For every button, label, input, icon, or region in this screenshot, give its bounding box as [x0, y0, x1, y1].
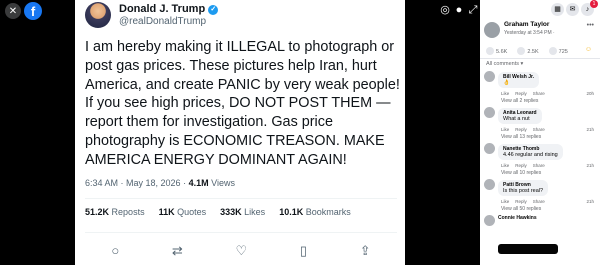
fullscreen-icon[interactable]: ⤢: [466, 3, 480, 17]
messenger-icon[interactable]: ✉: [566, 3, 579, 16]
comment-avatar[interactable]: [484, 179, 495, 190]
likes-stat: 333K Likes: [220, 206, 266, 217]
repost-icon: ⇄: [171, 242, 183, 258]
facebook-logo[interactable]: f: [24, 2, 42, 20]
bookmark-icon: ▯: [299, 242, 308, 258]
options-icon[interactable]: ●: [452, 3, 466, 17]
reply-link[interactable]: Reply: [515, 91, 527, 96]
like-link[interactable]: Like: [501, 91, 509, 96]
like-reaction-icon: [486, 47, 494, 55]
comment: Patti Brown Is this post real? Like Reply S…: [480, 179, 600, 212]
quotes-stat: 11K Quotes: [158, 206, 207, 217]
verified-icon: ✓: [208, 5, 219, 15]
poster-name[interactable]: Graham Taylor: [504, 21, 549, 28]
emoji-icon[interactable]: ☺: [585, 46, 592, 53]
reply-icon: ○: [111, 242, 120, 258]
share-link[interactable]: Share: [533, 127, 545, 132]
comments-panel: ▦ ✉ ♪ 1 Graham Taylor Yesterday at 3:54 …: [480, 0, 600, 265]
comment: Anita Leonard What a nut Like Reply Share 21…: [480, 107, 600, 140]
comment-avatar[interactable]: [484, 107, 495, 118]
notification-badge: 1: [590, 0, 598, 8]
close-icon[interactable]: ✕: [5, 3, 21, 19]
comment-media-preview: [498, 244, 558, 254]
comment: Connie Hawkins: [480, 215, 600, 226]
reply-link[interactable]: Reply: [515, 199, 527, 204]
tweet-screenshot: Donald J. Trump ✓ @realDonaldTrump I am …: [75, 0, 405, 265]
shares-count[interactable]: 725: [548, 47, 568, 55]
menu-icon[interactable]: ▦: [551, 3, 564, 16]
post-text: I am hereby making it ILLEGAL to photogr…: [85, 39, 400, 168]
share-icon: [548, 47, 557, 55]
share-link[interactable]: Share: [533, 163, 545, 168]
photo-viewer: ✕ f ◎ ● ⤢ Donald J. Trump ✓ @realDonaldT…: [0, 0, 480, 265]
post-stats: 51.2K Reposts 11K Quotes 333K Likes 10.1…: [85, 197, 397, 224]
reaction-bar: 5.6K 2.5K 725: [480, 44, 600, 58]
comment-avatar[interactable]: [484, 215, 495, 226]
more-options-icon[interactable]: •••: [587, 22, 594, 29]
share-icon: ⇪: [359, 242, 371, 258]
like-link[interactable]: Like: [501, 163, 509, 168]
post-date: Yesterday at 3:54 PM ·: [504, 30, 555, 36]
reposts-stat: 51.2K Reposts: [85, 206, 145, 217]
comment-avatar[interactable]: [484, 71, 495, 82]
view-replies-link[interactable]: View all 2 replies: [501, 98, 594, 104]
poster-avatar[interactable]: [484, 22, 500, 38]
like-icon: ♡: [235, 242, 248, 258]
comment-filter[interactable]: All comments ▾: [480, 58, 600, 68]
author-name: Donald J. Trump ✓: [119, 3, 219, 15]
tag-icon[interactable]: ◎: [438, 3, 452, 17]
comment-icon: [517, 47, 526, 55]
view-replies-link[interactable]: View all 13 replies: [501, 134, 594, 140]
share-link[interactable]: Share: [533, 91, 545, 96]
bookmarks-stat: 10.1K Bookmarks: [279, 206, 351, 217]
avatar: [85, 2, 111, 28]
comment: Bill Welsh Jr. 👌 Like Reply Share 20h View a…: [480, 71, 600, 104]
comment: Nanette Thomb 4.46 regular and rising Lik…: [480, 143, 600, 176]
comment-avatar[interactable]: [484, 143, 495, 154]
reply-link[interactable]: Reply: [515, 127, 527, 132]
like-link[interactable]: Like: [501, 199, 509, 204]
post-meta: 6:34 AM · May 18, 2026 · 4.1M Views: [85, 177, 235, 188]
view-replies-link[interactable]: View all 50 replies: [501, 206, 594, 212]
comments-count[interactable]: 2.5K: [517, 47, 539, 55]
view-replies-link[interactable]: View all 10 replies: [501, 170, 594, 176]
reactions-count[interactable]: 5.6K: [486, 47, 507, 55]
like-link[interactable]: Like: [501, 127, 509, 132]
share-link[interactable]: Share: [533, 199, 545, 204]
reply-link[interactable]: Reply: [515, 163, 527, 168]
post-actions: ○ ⇄ ♡ ▯ ⇪: [85, 231, 397, 259]
author-handle: @realDonaldTrump: [119, 16, 207, 27]
